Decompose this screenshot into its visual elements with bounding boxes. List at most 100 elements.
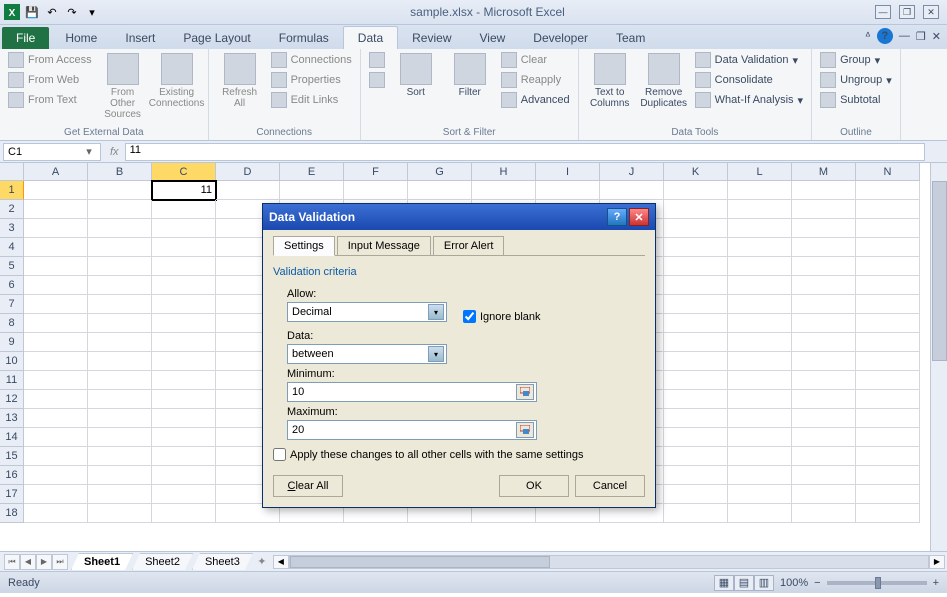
prev-sheet-button[interactable]: ◀ [20, 554, 36, 570]
cell[interactable] [792, 181, 856, 200]
cell[interactable] [728, 200, 792, 219]
zoom-slider[interactable] [827, 581, 927, 585]
row-header[interactable]: 6 [0, 276, 24, 295]
cell[interactable] [664, 276, 728, 295]
qat-drop-icon[interactable]: ▾ [84, 4, 100, 20]
cell[interactable] [152, 447, 216, 466]
ungroup-button[interactable]: Ungroup ▾ [818, 71, 894, 89]
cell[interactable] [24, 352, 88, 371]
cell[interactable] [728, 447, 792, 466]
tab-formulas[interactable]: Formulas [265, 27, 343, 49]
horizontal-scrollbar[interactable]: ◀ ▶ [273, 554, 945, 570]
layout-view-button[interactable]: ▤ [734, 575, 754, 591]
row-header[interactable]: 12 [0, 390, 24, 409]
cell[interactable] [728, 238, 792, 257]
cell[interactable] [88, 409, 152, 428]
cell[interactable] [856, 257, 920, 276]
cell[interactable] [856, 295, 920, 314]
what-if-button[interactable]: What-If Analysis ▾ [693, 91, 805, 109]
cell[interactable] [152, 409, 216, 428]
cell[interactable] [728, 504, 792, 523]
minimize-button[interactable]: — [875, 5, 891, 19]
allow-dropdown[interactable]: Decimal ▾ [287, 302, 447, 322]
save-icon[interactable]: 💾 [24, 4, 40, 20]
cell[interactable] [792, 314, 856, 333]
fx-icon[interactable]: fx [110, 146, 119, 158]
cell[interactable] [152, 200, 216, 219]
data-dropdown[interactable]: between ▾ [287, 344, 447, 364]
from-web-button[interactable]: From Web [6, 71, 94, 89]
cell[interactable] [280, 181, 344, 200]
cell[interactable] [792, 238, 856, 257]
row-header[interactable]: 4 [0, 238, 24, 257]
cell[interactable] [664, 428, 728, 447]
cell[interactable] [728, 485, 792, 504]
cell[interactable] [88, 333, 152, 352]
row-header[interactable]: 13 [0, 409, 24, 428]
scroll-right-button[interactable]: ▶ [929, 555, 945, 569]
cell[interactable] [664, 485, 728, 504]
column-header[interactable]: G [408, 163, 472, 181]
cell[interactable] [728, 257, 792, 276]
cell[interactable] [88, 314, 152, 333]
cell[interactable] [664, 219, 728, 238]
column-header[interactable]: H [472, 163, 536, 181]
cell[interactable] [856, 276, 920, 295]
tab-data[interactable]: Data [343, 26, 398, 49]
cell[interactable] [88, 181, 152, 200]
cell[interactable] [216, 181, 280, 200]
tab-team[interactable]: Team [602, 27, 659, 49]
cell[interactable] [152, 257, 216, 276]
cell[interactable] [856, 314, 920, 333]
cell[interactable] [152, 295, 216, 314]
row-header[interactable]: 9 [0, 333, 24, 352]
column-header[interactable]: M [792, 163, 856, 181]
cell[interactable] [792, 447, 856, 466]
column-header[interactable]: C [152, 163, 216, 181]
clear-button[interactable]: Clear [499, 51, 572, 69]
filter-button[interactable]: Filter [445, 51, 495, 100]
cell[interactable] [88, 428, 152, 447]
range-picker-icon[interactable] [516, 422, 534, 438]
formula-input[interactable]: 11 [125, 143, 925, 161]
cell[interactable] [728, 371, 792, 390]
sheet-tab-2[interactable]: Sheet2 [132, 553, 193, 570]
cell[interactable] [728, 181, 792, 200]
cell[interactable] [408, 181, 472, 200]
pagebreak-view-button[interactable]: ▥ [754, 575, 774, 591]
ignore-blank-checkbox[interactable] [463, 310, 476, 323]
from-other-sources-button[interactable]: From Other Sources [98, 51, 148, 122]
cell[interactable] [88, 390, 152, 409]
cell[interactable] [856, 409, 920, 428]
cell[interactable] [792, 295, 856, 314]
tab-view[interactable]: View [466, 27, 520, 49]
cell[interactable] [856, 466, 920, 485]
column-header[interactable]: I [536, 163, 600, 181]
cancel-button[interactable]: Cancel [575, 475, 645, 497]
edit-links-button[interactable]: Edit Links [269, 91, 354, 109]
cell[interactable] [664, 295, 728, 314]
dialog-tab-settings[interactable]: Settings [273, 236, 335, 256]
cell[interactable] [664, 200, 728, 219]
advanced-button[interactable]: Advanced [499, 91, 572, 109]
first-sheet-button[interactable]: ⏮ [4, 554, 20, 570]
cell[interactable] [792, 371, 856, 390]
column-header[interactable]: B [88, 163, 152, 181]
cell[interactable] [24, 371, 88, 390]
name-box[interactable]: C1▾ [3, 143, 101, 161]
row-header[interactable]: 15 [0, 447, 24, 466]
dialog-tab-input-message[interactable]: Input Message [337, 236, 431, 256]
cell[interactable] [792, 200, 856, 219]
cell[interactable] [24, 181, 88, 200]
scroll-thumb[interactable] [932, 181, 947, 361]
cell[interactable] [152, 466, 216, 485]
cell[interactable] [152, 371, 216, 390]
cell[interactable] [152, 314, 216, 333]
cell[interactable] [728, 409, 792, 428]
row-header[interactable]: 17 [0, 485, 24, 504]
new-sheet-button[interactable]: ✦ [253, 555, 271, 568]
scroll-thumb[interactable] [290, 556, 550, 568]
maximum-input[interactable]: 20 [287, 420, 537, 440]
column-header[interactable]: L [728, 163, 792, 181]
cell[interactable] [664, 504, 728, 523]
